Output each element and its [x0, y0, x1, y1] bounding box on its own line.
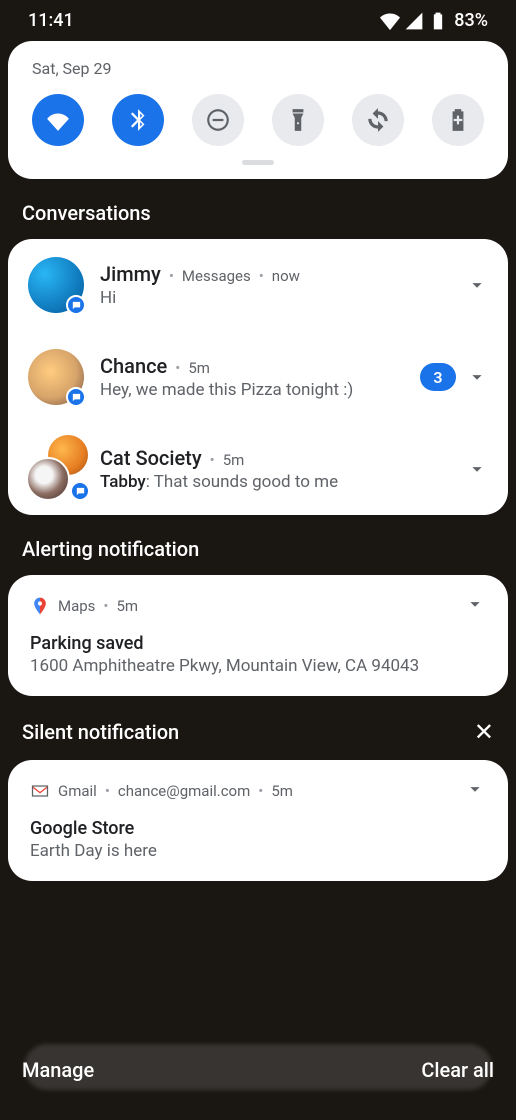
messages-app-badge-icon	[66, 295, 86, 315]
status-bar: 11:41 83%	[0, 0, 516, 35]
message-text: Hey, we made this Pizza tonight :)	[100, 380, 404, 400]
qs-wifi-tile[interactable]	[32, 94, 84, 146]
chevron-down-icon[interactable]	[466, 458, 488, 480]
quick-settings-panel: Sat, Sep 29	[8, 41, 508, 179]
app-name: Gmail	[58, 782, 97, 800]
notification-title: Parking saved	[30, 633, 486, 654]
message-text: Hi	[100, 288, 450, 308]
maps-notification[interactable]: Maps • 5m Parking saved 1600 Amphitheatr…	[8, 575, 508, 696]
conversation-title: Cat Society	[100, 446, 202, 470]
dnd-icon	[205, 107, 231, 133]
close-icon[interactable]: ✕	[474, 718, 494, 746]
bluetooth-icon	[125, 107, 151, 133]
qs-flashlight-tile[interactable]	[272, 94, 324, 146]
qs-bluetooth-tile[interactable]	[112, 94, 164, 146]
chevron-down-icon[interactable]	[466, 274, 488, 296]
maps-icon	[30, 596, 50, 616]
app-name: Messages	[182, 267, 251, 285]
notification-time: 5m	[223, 451, 245, 469]
messages-app-badge-icon	[70, 481, 90, 501]
chevron-down-icon[interactable]	[464, 593, 486, 615]
avatar	[28, 349, 84, 405]
chevron-down-icon[interactable]	[464, 778, 486, 800]
conversation-title: Chance	[100, 354, 167, 378]
conversation-notification[interactable]: Cat Society • 5m Tabby: That sounds good…	[8, 423, 508, 515]
gmail-notification[interactable]: Gmail • chance@gmail.com • 5m Google Sto…	[8, 760, 508, 881]
alerting-header: Alerting notification	[22, 537, 494, 561]
conversation-notification[interactable]: Jimmy • Messages • now Hi	[8, 239, 508, 331]
qs-date: Sat, Sep 29	[32, 59, 486, 78]
conversations-header: Conversations	[22, 201, 494, 225]
bottom-actions: Manage Clear all	[0, 1058, 516, 1082]
notification-time: now	[272, 267, 300, 285]
clear-all-button[interactable]: Clear all	[421, 1058, 494, 1082]
notification-title: Google Store	[30, 818, 486, 839]
notification-time: 5m	[271, 782, 293, 800]
qs-dnd-tile[interactable]	[192, 94, 244, 146]
chevron-down-icon[interactable]	[466, 366, 488, 388]
qs-autorotate-tile[interactable]	[352, 94, 404, 146]
notification-time: 5m	[188, 359, 210, 377]
message-text: Tabby: That sounds good to me	[100, 472, 450, 492]
notification-body: Earth Day is here	[30, 841, 486, 861]
flashlight-icon	[285, 107, 311, 133]
avatar-group	[28, 441, 84, 497]
manage-button[interactable]: Manage	[22, 1058, 94, 1082]
avatar	[28, 257, 84, 313]
battery-saver-icon	[445, 107, 471, 133]
account-email: chance@gmail.com	[118, 782, 250, 800]
signal-icon	[404, 11, 424, 31]
app-name: Maps	[58, 597, 95, 615]
gmail-icon	[30, 781, 50, 801]
messages-app-badge-icon	[66, 387, 86, 407]
qs-tiles	[30, 94, 486, 146]
unread-badge: 3	[420, 363, 456, 391]
qs-battery-saver-tile[interactable]	[432, 94, 484, 146]
autorotate-icon	[365, 107, 391, 133]
silent-header: Silent notification ✕	[22, 718, 494, 746]
conversation-title: Jimmy	[100, 262, 161, 286]
battery-text: 83%	[454, 10, 488, 31]
notification-time: 5m	[116, 597, 138, 615]
qs-drag-handle[interactable]	[242, 160, 274, 165]
notification-body: 1600 Amphitheatre Pkwy, Mountain View, C…	[30, 656, 486, 676]
conversations-card: Jimmy • Messages • now Hi Chance • 5m He…	[8, 239, 508, 515]
conversation-notification[interactable]: Chance • 5m Hey, we made this Pizza toni…	[8, 331, 508, 423]
wifi-icon	[45, 107, 71, 133]
status-time: 11:41	[28, 10, 74, 31]
wifi-icon	[380, 11, 400, 31]
battery-icon	[428, 11, 448, 31]
